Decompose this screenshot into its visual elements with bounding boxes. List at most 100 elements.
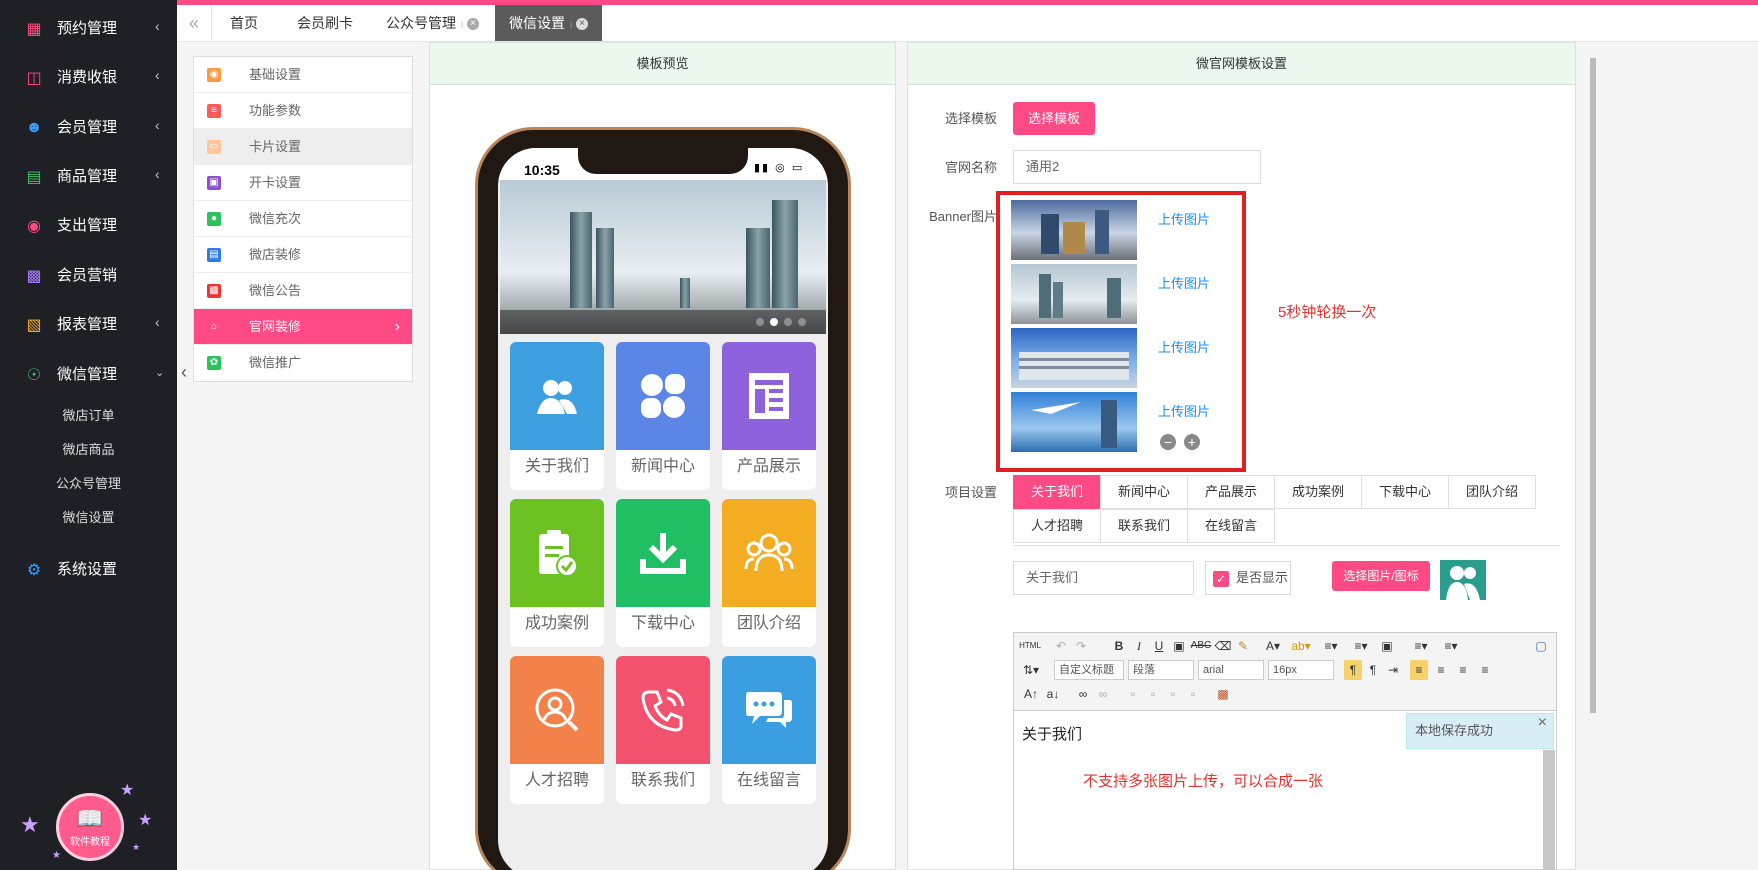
banner-thumb-1[interactable]	[1011, 200, 1137, 260]
sidebar-item-expense[interactable]: ◉ 支出管理	[0, 206, 177, 246]
highlight-icon[interactable]: ab▾	[1288, 636, 1314, 656]
banner-dot[interactable]	[798, 318, 806, 326]
project-tab-team[interactable]: 团队介绍	[1448, 475, 1536, 509]
format-brush-icon[interactable]: ✎	[1234, 636, 1252, 656]
undo-icon[interactable]: ↶	[1052, 636, 1070, 656]
item-name-input[interactable]: 关于我们	[1013, 561, 1194, 595]
banner-carousel[interactable]	[500, 180, 826, 334]
line-height-icon[interactable]: ⇅▾	[1018, 660, 1044, 680]
banner-dot-active[interactable]	[770, 318, 778, 326]
align-justify-icon[interactable]: ≡	[1476, 660, 1494, 680]
align-left-icon[interactable]: ≡	[1410, 660, 1428, 680]
menu-item-open-card[interactable]: ▣ 开卡设置	[194, 165, 412, 201]
remove-banner-icon[interactable]: −	[1160, 434, 1176, 450]
project-tab-products[interactable]: 产品展示	[1187, 475, 1275, 509]
banner-thumb-2[interactable]	[1011, 264, 1137, 324]
editor-scrollbar[interactable]	[1543, 750, 1555, 870]
sidebar-subitem-official-account[interactable]: 公众号管理	[0, 469, 177, 499]
sidebar-item-system[interactable]: ⚙ 系统设置	[0, 550, 177, 590]
upload-banner-4-link[interactable]: 上传图片	[1158, 401, 1210, 420]
font-family-select[interactable]: arial	[1198, 660, 1264, 680]
pin-icon[interactable]: ⧙	[570, 20, 572, 31]
link-icon[interactable]: ∞	[1074, 684, 1092, 704]
sidebar-item-member[interactable]: ☻ 会员管理 ‹	[0, 108, 177, 148]
bold-icon[interactable]: B	[1110, 636, 1128, 656]
row-spacing-bottom-icon[interactable]: ≡▾	[1438, 636, 1464, 656]
sidebar-item-cashier[interactable]: ◫ 消费收银 ‹	[0, 58, 177, 98]
sidebar-item-appointment[interactable]: ▦ 预约管理 ‹	[0, 9, 177, 49]
indent-icon[interactable]: ⇥	[1384, 660, 1402, 680]
collapse-menu-icon[interactable]: ‹	[181, 362, 187, 383]
tab-home[interactable]: 首页	[216, 5, 272, 41]
project-tab-message[interactable]: 在线留言	[1187, 509, 1275, 543]
menu-item-card[interactable]: ▭ 卡片设置	[194, 129, 412, 165]
pin-icon[interactable]: ⧙	[461, 20, 463, 31]
rtl-icon[interactable]: ¶	[1364, 660, 1382, 680]
project-tab-recruit[interactable]: 人才招聘	[1013, 509, 1101, 543]
sidebar-subitem-shop-goods[interactable]: 微店商品	[0, 435, 177, 465]
text-box-icon[interactable]: ▣	[1378, 636, 1396, 656]
tile-download[interactable]: 下载中心	[616, 499, 710, 647]
lowercase-icon[interactable]: a↓	[1044, 684, 1062, 704]
tabs-scroll-left-icon[interactable]: «	[177, 5, 212, 41]
sidebar-subitem-wechat-settings[interactable]: 微信设置	[0, 503, 177, 533]
tile-cases[interactable]: 成功案例	[510, 499, 604, 647]
insert-image-icon[interactable]: ▩	[1214, 684, 1232, 704]
add-banner-icon[interactable]: +	[1184, 434, 1200, 450]
tile-news[interactable]: 新闻中心	[616, 342, 710, 490]
underline-icon[interactable]: U	[1150, 636, 1168, 656]
sidebar-subitem-shop-orders[interactable]: 微店订单	[0, 401, 177, 431]
eraser-icon[interactable]: ⌫	[1214, 636, 1232, 656]
custom-title-select[interactable]: 自定义标题	[1054, 660, 1124, 680]
tab-official-account[interactable]: 公众号管理 ⧙ ×	[372, 5, 493, 41]
row-spacing-top-icon[interactable]: ≡▾	[1408, 636, 1434, 656]
sidebar-item-report[interactable]: ▧ 报表管理 ‹	[0, 305, 177, 345]
close-icon[interactable]: ×	[576, 18, 589, 31]
redo-icon[interactable]: ↷	[1072, 636, 1090, 656]
select-template-button[interactable]: 选择模板	[1013, 102, 1095, 135]
italic-icon[interactable]: I	[1130, 636, 1148, 656]
project-tab-contact[interactable]: 联系我们	[1100, 509, 1188, 543]
tile-team[interactable]: 团队介绍	[722, 499, 816, 647]
align-right-icon[interactable]: ≡	[1454, 660, 1472, 680]
menu-item-shop-decor[interactable]: ▤ 微店装修	[194, 237, 412, 273]
tab-wechat-settings[interactable]: 微信设置 ⧙ ×	[495, 5, 603, 41]
banner-dot[interactable]	[756, 318, 764, 326]
tile-message[interactable]: 在线留言	[722, 656, 816, 804]
close-icon[interactable]: ×	[467, 18, 480, 31]
upload-banner-1-link[interactable]: 上传图片	[1158, 209, 1210, 228]
align-center-icon[interactable]: ≡	[1432, 660, 1450, 680]
show-checkbox[interactable]: ✓ 是否显示	[1205, 561, 1291, 595]
menu-item-notice[interactable]: ▩ 微信公告	[194, 273, 412, 309]
image-none-icon[interactable]: ▫	[1124, 684, 1142, 704]
sidebar-item-marketing[interactable]: ▩ 会员营销	[0, 256, 177, 296]
font-border-icon[interactable]: ▣	[1170, 636, 1188, 656]
item-icon-preview[interactable]	[1440, 560, 1486, 600]
strikethrough-icon[interactable]: ABC	[1190, 636, 1212, 656]
font-color-icon[interactable]: A▾	[1260, 636, 1286, 656]
paragraph-select[interactable]: 段落	[1128, 660, 1194, 680]
ordered-list-icon[interactable]: ≡▾	[1318, 636, 1344, 656]
banner-thumb-3[interactable]	[1011, 328, 1137, 388]
tab-member-card[interactable]: 会员刷卡	[283, 5, 367, 41]
unlink-icon[interactable]: ∞	[1094, 684, 1112, 704]
upload-banner-2-link[interactable]: 上传图片	[1158, 273, 1210, 292]
tile-contact[interactable]: 联系我们	[616, 656, 710, 804]
html-source-button[interactable]: HTML	[1018, 636, 1042, 656]
close-icon[interactable]: ×	[1538, 706, 1547, 740]
unordered-list-icon[interactable]: ≡▾	[1348, 636, 1374, 656]
menu-item-params[interactable]: ≡ 功能参数	[194, 93, 412, 129]
image-left-icon[interactable]: ▫	[1144, 684, 1162, 704]
page-scrollbar[interactable]	[1590, 58, 1596, 713]
project-tab-news[interactable]: 新闻中心	[1100, 475, 1188, 509]
tutorial-button[interactable]: 📖 软件教程	[56, 793, 124, 861]
upload-banner-3-link[interactable]: 上传图片	[1158, 337, 1210, 356]
choose-image-icon-button[interactable]: 选择图片/图标	[1332, 561, 1430, 591]
uppercase-icon[interactable]: A↑	[1022, 684, 1040, 704]
site-name-input[interactable]: 通用2	[1013, 150, 1261, 184]
image-center-icon[interactable]: ▫	[1184, 684, 1202, 704]
menu-item-site-decor[interactable]: ⌂ 官网装修 ›	[194, 309, 412, 345]
font-size-select[interactable]: 16px	[1268, 660, 1334, 680]
project-tab-about[interactable]: 关于我们	[1013, 475, 1101, 509]
tile-recruit[interactable]: 人才招聘	[510, 656, 604, 804]
